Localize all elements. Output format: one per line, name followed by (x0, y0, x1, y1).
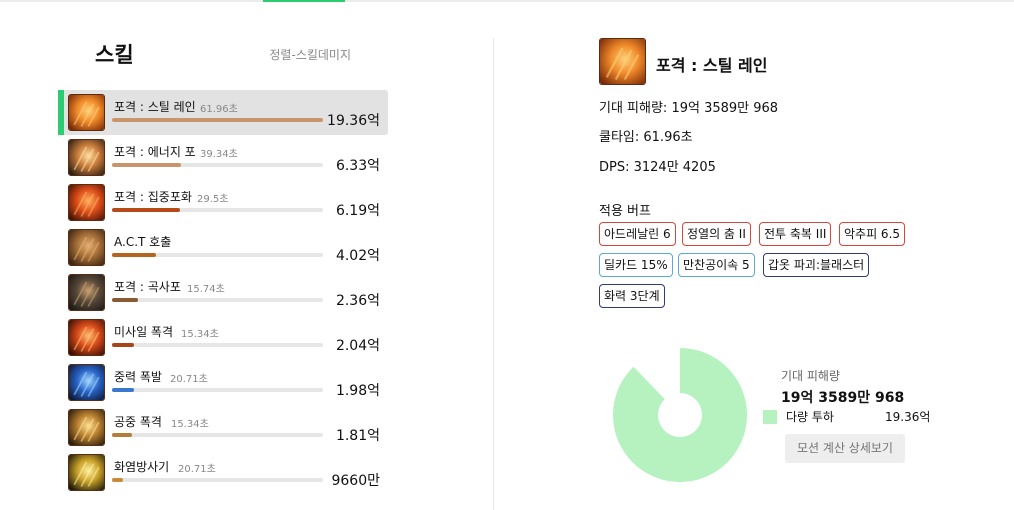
buff-tag: 화력 3단계 (599, 284, 665, 308)
skill-damage-value: 9660만 (331, 473, 380, 489)
skill-damage-value: 1.81억 (335, 428, 380, 444)
skill-row[interactable]: 화염방사기 20.71초 9660만 (58, 450, 388, 495)
skill-name: 미사일 폭격 (114, 325, 174, 339)
header-divider (0, 0, 1014, 2)
sort-dropdown[interactable]: 정렬-스킬데미지 (269, 46, 351, 63)
cooldown: 쿨타임: 61.96초 (599, 130, 693, 145)
buff-tag: 정열의 춤 II (682, 222, 751, 246)
energy-cannon-icon (68, 139, 105, 176)
skills-title: 스킬 (95, 43, 134, 67)
skill-cooldown: 20.71초 (170, 374, 208, 385)
skill-cooldown: 39.34초 (200, 149, 238, 160)
skill-cooldown: 15.34초 (181, 329, 219, 340)
damage-bar-fill (112, 163, 181, 167)
skill-name: 포격 : 에너지 포 (114, 145, 196, 159)
skill-row[interactable]: 포격 : 에너지 포 39.34초 6.33억 (58, 135, 388, 180)
damage-bar-track (112, 478, 323, 482)
skill-damage-value: 6.19억 (335, 203, 380, 219)
damage-bar-track (112, 208, 323, 212)
damage-bar-track (112, 298, 323, 302)
skill-name: 화염방사기 (114, 460, 170, 474)
buff-tag: 만찬공이속 5 (678, 253, 755, 277)
skill-row[interactable]: 공중 폭격 15.34초 1.81억 (58, 405, 388, 450)
damage-bar-fill (112, 343, 134, 347)
skill-name: A.C.T 호출 (114, 235, 172, 249)
chart-total: 19억 3589만 968 (781, 390, 905, 406)
damage-bar-fill (112, 433, 132, 437)
buff-tag: 전투 축복 III (759, 222, 832, 246)
damage-bar-track (112, 118, 323, 122)
damage-bar-track (112, 163, 323, 167)
skill-row[interactable]: A.C.T 호출 4.02억 (58, 225, 388, 270)
air-strike-icon (68, 409, 105, 446)
damage-bar-fill (112, 253, 156, 257)
skill-row[interactable]: 포격 : 집중포화 29.5초 6.19억 (58, 180, 388, 225)
skill-damage-value: 2.36억 (335, 293, 380, 309)
skill-damage-value: 1.98억 (335, 383, 380, 399)
skill-damage-value: 6.33억 (335, 158, 380, 174)
focus-fire-icon (68, 184, 105, 221)
motion-detail-button[interactable]: 모션 계산 상세보기 (785, 434, 905, 463)
skill-name: 공중 폭격 (114, 415, 162, 429)
gravity-blast-icon (68, 364, 105, 401)
skill-damage-value: 19.36억 (327, 113, 380, 129)
skill-list: 포격 : 스틸 레인 61.96초 19.36억포격 : 에너지 포 39.34초 6.… (58, 90, 388, 495)
act-call-icon (68, 229, 105, 266)
damage-bar-track (112, 433, 323, 437)
flamethrower-icon (68, 454, 105, 491)
damage-bar-fill (112, 388, 134, 392)
skills-panel: 스킬 정렬-스킬데미지 포격 : 스틸 레인 61.96초 19.36억포격 : 에… (58, 30, 398, 510)
fire-rain-icon (599, 38, 646, 85)
skill-name: 포격 : 집중포화 (114, 190, 192, 204)
damage-bar-track (112, 388, 323, 392)
skill-cooldown: 29.5초 (197, 194, 229, 205)
damage-bar-fill (112, 478, 123, 482)
legend-value: 19.36억 (885, 410, 931, 424)
skill-row[interactable]: 미사일 폭격 15.34초 2.04억 (58, 315, 388, 360)
legend-swatch (763, 410, 777, 424)
damage-pie-chart (613, 340, 747, 482)
skill-cooldown: 61.96초 (200, 104, 238, 115)
buff-tag: 악추피 6.5 (839, 222, 906, 246)
skill-cooldown: 15.34초 (171, 419, 209, 430)
damage-bar-fill (112, 208, 180, 212)
skill-cooldown: 15.74초 (187, 284, 225, 295)
damage-bar-track (112, 343, 323, 347)
missile-strike-icon (68, 319, 105, 356)
skill-row[interactable]: 중력 폭발 20.71초 1.98억 (58, 360, 388, 405)
detail-title: 포격 : 스틸 레인 (656, 56, 768, 75)
selected-indicator (58, 90, 64, 135)
expected-damage: 기대 피해량: 19억 3589만 968 (599, 101, 779, 116)
buff-tag: 아드레날린 6 (599, 222, 676, 246)
active-tab-indicator (263, 0, 345, 2)
buff-tag: 갑옷 파괴:블래스터 (763, 253, 870, 277)
panel-divider (493, 38, 494, 510)
legend-name: 다량 투하 (786, 410, 834, 424)
skill-name: 포격 : 스틸 레인 (114, 100, 196, 114)
buff-tag: 딜카드 15% (599, 253, 673, 277)
damage-bar-track (112, 253, 323, 257)
howitzer-icon (68, 274, 105, 311)
skill-damage-value: 2.04억 (335, 338, 380, 354)
skill-name: 중력 폭발 (114, 370, 162, 384)
buff-title: 적용 버프 (599, 204, 651, 219)
fire-rain-icon (68, 94, 105, 131)
damage-bar-fill (112, 118, 323, 122)
skill-damage-value: 4.02억 (335, 248, 380, 264)
skill-cooldown: 20.71초 (178, 464, 216, 475)
skill-row[interactable]: 포격 : 스틸 레인 61.96초 19.36억 (58, 90, 388, 135)
skill-row[interactable]: 포격 : 곡사포 15.74초 2.36억 (58, 270, 388, 315)
dps: DPS: 3124만 4205 (599, 160, 716, 175)
damage-bar-fill (112, 298, 138, 302)
skill-name: 포격 : 곡사포 (114, 280, 181, 294)
chart-caption: 기대 피해량 (781, 369, 841, 383)
